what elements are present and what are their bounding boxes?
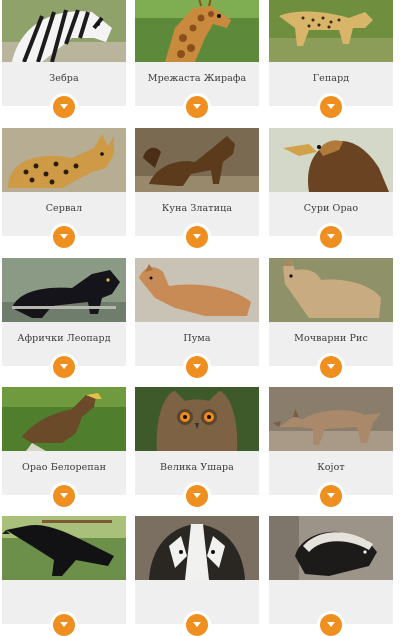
animal-card-panel: Мрежаста Жирафа [135, 62, 259, 118]
cheetah-photo[interactable] [269, 0, 393, 62]
expand-button[interactable] [186, 485, 208, 507]
chevron-down-icon [327, 104, 335, 109]
puma-photo[interactable] [135, 258, 259, 322]
animal-card-panel: Гепард [269, 62, 393, 118]
white-tailed-eagle-photo[interactable] [2, 387, 126, 451]
chevron-down-icon [60, 234, 68, 239]
animal-name: Сервал [45, 203, 83, 214]
expand-button[interactable] [186, 614, 208, 636]
animal-card-panel [2, 580, 126, 636]
animal-name: Пума [183, 333, 211, 344]
serval-photo[interactable] [2, 128, 126, 192]
animal-card-panel: Велика Ушара [135, 451, 259, 507]
animal-card-panel [135, 580, 259, 636]
chevron-down-icon [193, 622, 201, 627]
animal-card-panel: Којот [269, 451, 393, 507]
animal-name: Мрежаста Жирафа [147, 73, 247, 84]
golden-eagle-photo[interactable] [269, 128, 393, 192]
expand-button[interactable] [53, 485, 75, 507]
expand-button[interactable] [53, 614, 75, 636]
chevron-down-icon [60, 493, 68, 498]
expand-button[interactable] [186, 96, 208, 118]
animal-card-panel: Орао Белорепан [2, 451, 126, 507]
animal-card-panel: Зебра [2, 62, 126, 118]
animal-name: Сури Орао [303, 203, 359, 214]
animal-name: Афрички Леопард [17, 333, 111, 344]
expand-button[interactable] [320, 96, 342, 118]
expand-button[interactable] [320, 356, 342, 378]
animal-card-panel: Афрички Леопард [2, 322, 126, 378]
animal-name: Зебра [49, 73, 79, 84]
badger-photo[interactable] [135, 516, 259, 580]
honey-badger-photo[interactable] [269, 516, 393, 580]
expand-button[interactable] [320, 485, 342, 507]
chevron-down-icon [60, 622, 68, 627]
giraffe-photo[interactable] [135, 0, 259, 62]
animal-name: Гепард [312, 73, 350, 84]
animal-name: Велика Ушара [160, 462, 234, 473]
animal-grid: Зебра Мрежаста Жирафа Гепард Сервал Куна… [0, 0, 408, 636]
animal-card-panel: Сури Орао [269, 192, 393, 248]
expand-button[interactable] [320, 614, 342, 636]
animal-name: Орао Белорепан [21, 462, 107, 473]
animal-name: Мочварни Рис [294, 333, 368, 344]
jungle-cat-photo[interactable] [269, 258, 393, 322]
expand-button[interactable] [320, 226, 342, 248]
animal-card-panel: Мочварни Рис [269, 322, 393, 378]
chevron-down-icon [327, 234, 335, 239]
chevron-down-icon [193, 493, 201, 498]
raven-photo[interactable] [2, 516, 126, 580]
animal-card-panel: Куна Златица [135, 192, 259, 248]
chevron-down-icon [60, 104, 68, 109]
chevron-down-icon [193, 364, 201, 369]
chevron-down-icon [60, 364, 68, 369]
animal-card-panel: Сервал [2, 192, 126, 248]
expand-button[interactable] [53, 356, 75, 378]
animal-card-panel: Пума [135, 322, 259, 378]
eagle-owl-photo[interactable] [135, 387, 259, 451]
animal-card-panel [269, 580, 393, 636]
coyote-photo[interactable] [269, 387, 393, 451]
chevron-down-icon [327, 622, 335, 627]
expand-button[interactable] [53, 226, 75, 248]
chevron-down-icon [327, 493, 335, 498]
chevron-down-icon [193, 104, 201, 109]
animal-name: Куна Златица [161, 203, 233, 214]
chevron-down-icon [327, 364, 335, 369]
animal-name: Којот [317, 462, 345, 473]
marten-photo[interactable] [135, 128, 259, 192]
black-leopard-photo[interactable] [2, 258, 126, 322]
expand-button[interactable] [186, 356, 208, 378]
expand-button[interactable] [186, 226, 208, 248]
chevron-down-icon [193, 234, 201, 239]
zebra-photo[interactable] [2, 0, 126, 62]
expand-button[interactable] [53, 96, 75, 118]
